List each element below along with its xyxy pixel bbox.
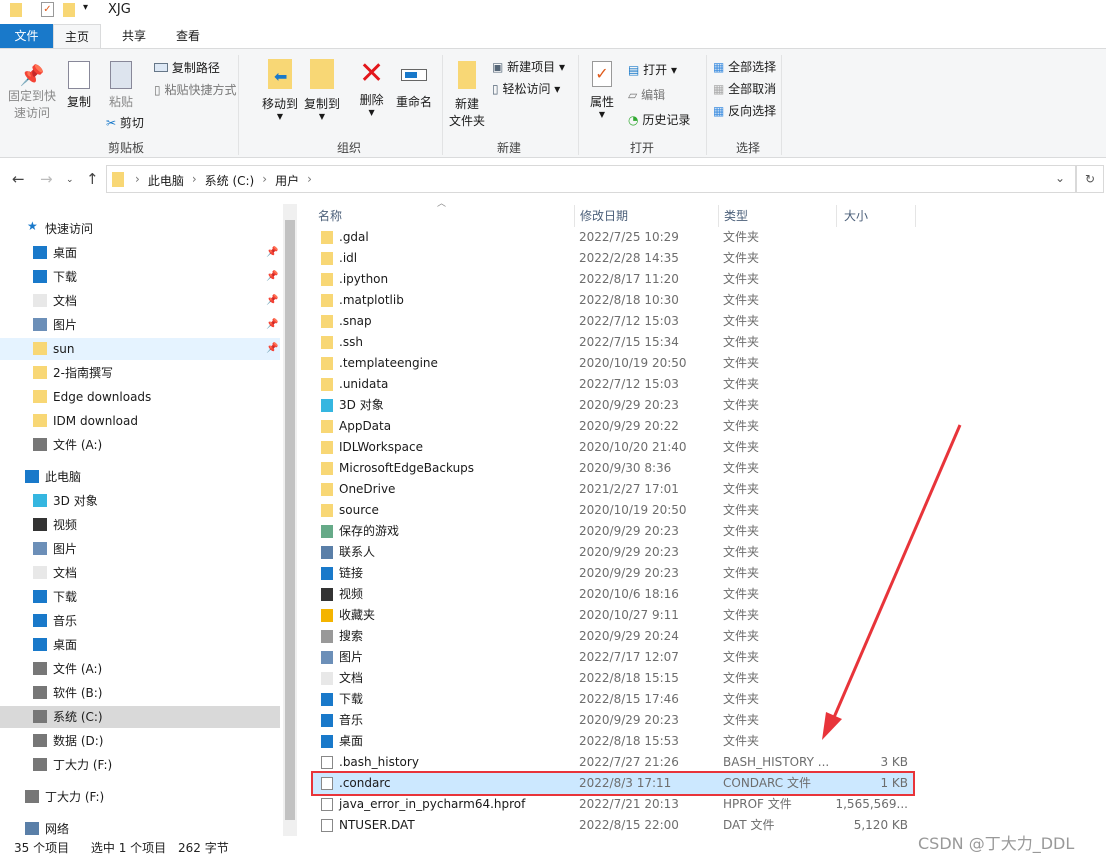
status-bar: 35 个项目 选中 1 个项目 262 字节 (14, 839, 229, 856)
selected-size: 262 字节 (178, 841, 229, 855)
selected-count: 选中 1 个项目 (90, 841, 167, 855)
item-count: 35 个项目 (14, 841, 70, 855)
watermark: CSDN @丁大力_DDL (918, 834, 1075, 853)
annotation-arrow (822, 424, 962, 740)
